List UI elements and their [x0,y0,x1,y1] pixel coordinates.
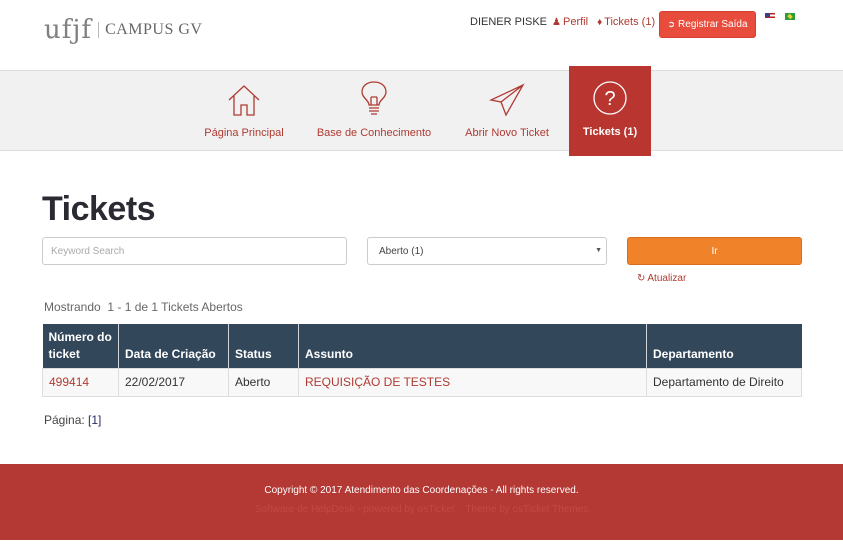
nav-label: Tickets (1) [582,126,638,138]
column-header-number[interactable]: Número do ticket [42,324,119,368]
results-summary: Mostrando 1 - 1 de 1 Tickets Abertos [44,300,243,314]
ticket-number-cell: 499414 [42,367,119,397]
table-header-row: Número do ticket Data de Criação Status … [42,324,802,368]
tickets-table: Número do ticket Data de Criação Status … [42,324,802,397]
user-bar: DIENER PISKE ♟ Perfil ♦ Tickets (1) [470,16,664,28]
refresh-icon: ↻ [637,273,646,284]
home-icon [226,71,262,117]
logo-ufjf: ufjf [44,15,93,45]
tickets-link[interactable]: ♦ Tickets (1) [597,16,655,28]
svg-text:?: ? [604,88,615,110]
table-row: 499414 22/02/2017 Aberto REQUISIÇÃO DE T… [42,367,802,397]
question-circle-icon: ? [592,66,628,116]
site-footer: Copyright © 2017 Atendimento das Coorden… [0,464,843,540]
column-header-department[interactable]: Departamento [646,324,802,368]
lightbulb-icon [360,71,388,117]
caret-down-icon: ▼ [595,247,602,254]
search-input[interactable] [42,237,347,265]
page-title: Tickets [42,190,156,228]
refresh-label: Atualizar [647,273,687,284]
go-button[interactable]: Ir [627,237,802,265]
ticket-subject-cell: REQUISIÇÃO DE TESTES [298,367,647,397]
copyright-text: Copyright © 2017 Atendimento das Coorden… [264,485,579,496]
ticket-date-cell: 22/02/2017 [118,367,229,397]
nav-label: Abrir Novo Ticket [465,127,549,139]
paper-plane-icon [489,71,525,117]
footer-links: Software de HelpDesk - powered by osTick… [0,504,843,515]
nav-item-new-ticket[interactable]: Abrir Novo Ticket [460,71,554,151]
tickets-label: Tickets (1) [604,16,656,28]
ticket-department-cell: Departamento de Direito [646,367,802,397]
status-filter-value: Aberto (1) [379,245,424,257]
sign-out-icon: ➲ [667,19,676,29]
nav-label: Base de Conhecimento [316,127,432,139]
powered-by-link[interactable]: Software de HelpDesk - powered by osTick… [255,504,455,515]
nav-label: Página Principal [204,127,284,139]
theme-link[interactable]: Theme by osTicket Themes [465,504,588,515]
status-filter-select[interactable]: Aberto (1) ▼ [367,237,607,265]
pagination-label: Página: [44,413,85,427]
column-header-subject[interactable]: Assunto [298,324,647,368]
logout-label: Registrar Saída [678,19,748,30]
ticket-icon: ♦ [597,16,603,28]
ticket-status-cell: Aberto [228,367,299,397]
column-header-date[interactable]: Data de Criação [118,324,229,368]
user-name: DIENER PISKE [470,16,548,28]
pagination: Página: [1] [44,413,101,427]
flag-br-icon[interactable] [785,13,795,20]
flag-us-icon[interactable] [765,13,775,20]
logo[interactable]: ufjf CAMPUS GV [44,15,202,45]
profile-label: Perfil [563,16,589,28]
user-icon: ♟ [552,16,561,28]
pagination-page-1[interactable]: [1] [88,413,101,427]
refresh-link[interactable]: ↻ Atualizar [637,273,686,284]
logo-divider [98,22,100,38]
column-header-status[interactable]: Status [228,324,299,368]
profile-link[interactable]: ♟ Perfil [552,16,588,28]
site-header: ufjf CAMPUS GV DIENER PISKE ♟ Perfil ♦ T… [0,0,843,71]
logo-campus: CAMPUS GV [105,21,203,38]
nav-item-knowledgebase[interactable]: Base de Conhecimento [314,71,434,151]
logout-button[interactable]: ➲ Registrar Saída [659,11,756,38]
main-nav: Página Principal Base de Conhecimento Ab… [0,66,843,156]
nav-item-home[interactable]: Página Principal [199,71,289,151]
nav-item-tickets[interactable]: ? Tickets (1) [569,66,651,156]
ticket-number-link[interactable]: 499414 [49,375,89,389]
ticket-subject-link[interactable]: REQUISIÇÃO DE TESTES [305,375,450,389]
